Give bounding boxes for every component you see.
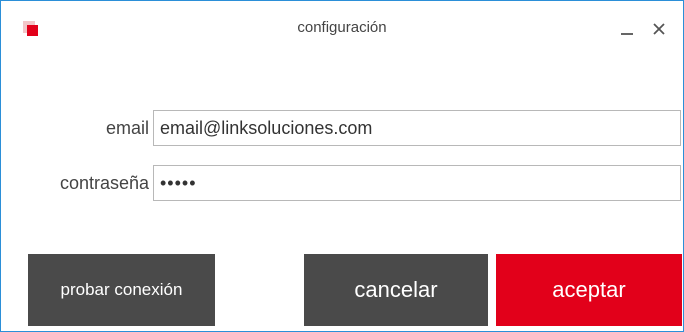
email-label: email: [105, 118, 149, 138]
window-title: configuración: [297, 19, 387, 36]
accept-button[interactable]: aceptar: [496, 254, 682, 326]
email-row: email: [1, 110, 683, 146]
close-button[interactable]: [645, 15, 673, 43]
test-connection-button[interactable]: probar conexión: [28, 254, 215, 326]
email-field[interactable]: [153, 110, 681, 146]
cancel-button[interactable]: cancelar: [304, 254, 488, 326]
password-field[interactable]: [153, 165, 681, 201]
password-row: contraseña: [1, 165, 683, 201]
close-icon: [653, 23, 665, 35]
minimize-button[interactable]: [613, 15, 641, 43]
minimize-icon: [621, 33, 633, 35]
password-label: contraseña: [59, 173, 149, 193]
title-bar: configuración: [1, 1, 683, 57]
config-dialog: configuración email contraseña probar co…: [0, 0, 684, 332]
